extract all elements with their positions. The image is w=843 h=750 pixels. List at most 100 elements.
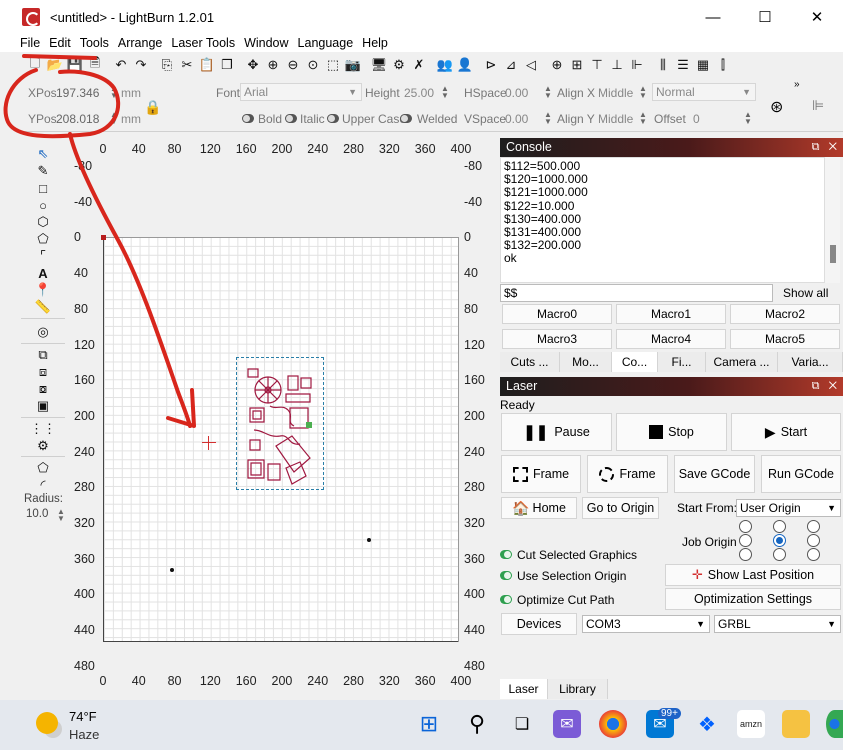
menu-language[interactable]: Language <box>298 34 354 52</box>
paste-icon[interactable]: 📋 <box>198 56 216 74</box>
duplicate-icon[interactable]: ❐ <box>218 56 236 74</box>
amazon-icon[interactable]: amzn <box>737 710 765 738</box>
radius-value[interactable]: 10.0 <box>26 508 48 520</box>
weather-temperature[interactable]: 74°F <box>69 709 97 724</box>
alignx-spinner-icon[interactable]: ▲ ▼ <box>639 85 647 100</box>
menu-edit[interactable]: Edit <box>49 34 71 52</box>
file-explorer-icon[interactable] <box>782 710 810 738</box>
float-icon[interactable]: ⧉ <box>812 380 820 392</box>
zoom-in-icon[interactable]: ⊕ <box>264 56 282 74</box>
origin-bottom-left-radio[interactable] <box>739 548 752 561</box>
lock-icon[interactable]: 🔒 <box>144 99 161 116</box>
start-button[interactable]: ▶ Start <box>731 413 841 451</box>
redo-icon[interactable]: ↷ <box>132 56 150 74</box>
devices-button[interactable]: Devices <box>501 613 577 635</box>
distribute-v-icon[interactable]: ☰ <box>674 56 692 74</box>
hspace-value[interactable]: 0.00 <box>505 86 528 100</box>
macro5-button[interactable]: Macro5 <box>730 329 840 349</box>
port-dropdown[interactable]: COM3 ▼ <box>582 615 710 633</box>
show-last-position-button[interactable]: ✛ Show Last Position <box>665 564 841 586</box>
offset-value[interactable]: 0 <box>693 112 700 126</box>
alignx-value[interactable]: Middle <box>598 86 633 100</box>
offset-tool-icon[interactable]: ◎ <box>35 324 51 340</box>
tab-laser[interactable]: Laser <box>500 679 548 699</box>
weld-icon[interactable]: ▣ <box>35 398 51 414</box>
weather-haze-icon[interactable] <box>36 712 58 734</box>
menu-window[interactable]: Window <box>244 34 288 52</box>
run-gcode-button[interactable]: Run GCode <box>761 455 841 493</box>
cut-selected-toggle[interactable] <box>500 550 512 559</box>
xpos-spinner-icon[interactable]: ▲ ▼ <box>110 85 118 100</box>
height-value[interactable]: 25.00 <box>404 86 434 100</box>
align-icon[interactable]: ⊫ <box>812 97 824 114</box>
move-icon[interactable]: ✥ <box>244 56 262 74</box>
vspace-value[interactable]: 0.00 <box>505 112 528 126</box>
mirror-h-icon[interactable]: ⊳ <box>482 56 500 74</box>
upper-case-toggle[interactable] <box>327 114 339 123</box>
edit-nodes-icon[interactable]: ✎ <box>35 163 51 179</box>
position-laser-icon[interactable]: 📍 <box>35 282 51 298</box>
align-vcenter-icon[interactable]: ⊩ <box>628 56 646 74</box>
search-icon[interactable]: ⚲ <box>463 710 491 738</box>
stop-button[interactable]: Stop <box>616 413 727 451</box>
tab-move[interactable]: Mo... <box>560 352 612 372</box>
select-tool-icon[interactable]: ⇖ <box>35 146 51 162</box>
go-to-origin-button[interactable]: Go to Origin <box>582 497 659 519</box>
aligny-value[interactable]: Middle <box>598 112 633 126</box>
chrome-profile-icon[interactable] <box>826 710 843 738</box>
italic-toggle[interactable] <box>285 114 297 123</box>
origin-top-right-radio[interactable] <box>807 520 820 533</box>
dropbox-icon[interactable]: ❖ <box>693 710 721 738</box>
engraving-artwork[interactable] <box>246 364 316 486</box>
overflow-chevron-icon[interactable]: » <box>794 79 800 90</box>
save-file-icon[interactable]: 💾 <box>66 56 84 74</box>
tab-camera[interactable]: Camera ... <box>706 352 778 372</box>
menu-arrange[interactable]: Arrange <box>118 34 162 52</box>
menu-file[interactable]: File <box>20 34 40 52</box>
workspace-canvas[interactable]: 0 0 40 40 80 80 120 120 160 160 200 200 240 240 280 280… <box>68 142 498 702</box>
welded-toggle[interactable] <box>400 114 412 123</box>
vspace-spinner-icon[interactable]: ▲ ▼ <box>544 111 552 126</box>
origin-top-center-radio[interactable] <box>773 520 786 533</box>
monitor-icon[interactable]: 🖥 <box>370 56 388 74</box>
origin-middle-right-radio[interactable] <box>807 534 820 547</box>
device-dropdown[interactable]: GRBL ▼ <box>714 615 841 633</box>
macro2-button[interactable]: Macro2 <box>730 304 840 324</box>
chat-icon[interactable]: ✉ <box>553 710 581 738</box>
save-gcode-button[interactable]: Save GCode <box>674 455 755 493</box>
line-tool-icon[interactable]: ⬠ <box>35 231 51 247</box>
origin-top-left-radio[interactable] <box>739 520 752 533</box>
boolean-subtract-icon[interactable]: ⧈ <box>35 364 51 380</box>
menu-help[interactable]: Help <box>362 34 388 52</box>
tab-file-list[interactable]: Fi... <box>658 352 706 372</box>
console-command-input[interactable]: $$ <box>500 284 773 302</box>
text-tool-icon[interactable]: A <box>35 265 51 281</box>
weather-condition[interactable]: Haze <box>69 727 99 742</box>
float-icon[interactable]: ⧉ <box>812 141 820 153</box>
export-icon[interactable]: 🗎 <box>86 55 104 74</box>
boolean-intersect-icon[interactable]: ⧇ <box>35 381 51 397</box>
ellipse-tool-icon[interactable]: ○ <box>35 197 51 213</box>
macro0-button[interactable]: Macro0 <box>502 304 612 324</box>
pause-button[interactable]: ❚❚ Pause <box>501 413 612 451</box>
menu-laser-tools[interactable]: Laser Tools <box>171 34 235 52</box>
ypos-value[interactable]: 208.018 <box>56 112 99 126</box>
task-view-icon[interactable]: ❏ <box>508 710 536 738</box>
macro4-button[interactable]: Macro4 <box>616 329 726 349</box>
corner-tool-icon[interactable]: ◜ <box>35 477 51 493</box>
align-top-icon[interactable]: ⊤ <box>588 56 606 74</box>
measure-tool-icon[interactable]: 📏 <box>35 299 51 315</box>
style-dropdown[interactable]: Normal ▼ <box>652 83 756 101</box>
zoom-page-icon[interactable]: ⬚ <box>324 56 342 74</box>
radius-spinner-icon[interactable]: ▲ ▼ <box>57 508 65 523</box>
frame-tool-icon[interactable]: ⌜ <box>35 248 51 264</box>
home-button[interactable]: 🏠 Home <box>501 497 577 519</box>
chrome-icon[interactable] <box>599 710 627 738</box>
circular-array-icon[interactable]: ⚙ <box>35 438 51 454</box>
open-file-icon[interactable]: 📂 <box>46 56 64 74</box>
origin-middle-left-radio[interactable] <box>739 534 752 547</box>
settings-icon[interactable]: ⚙ <box>390 56 408 74</box>
camera-icon[interactable]: 📷 <box>344 56 362 74</box>
hspace-spinner-icon[interactable]: ▲ ▼ <box>544 85 552 100</box>
undo-icon[interactable]: ↶ <box>112 56 130 74</box>
